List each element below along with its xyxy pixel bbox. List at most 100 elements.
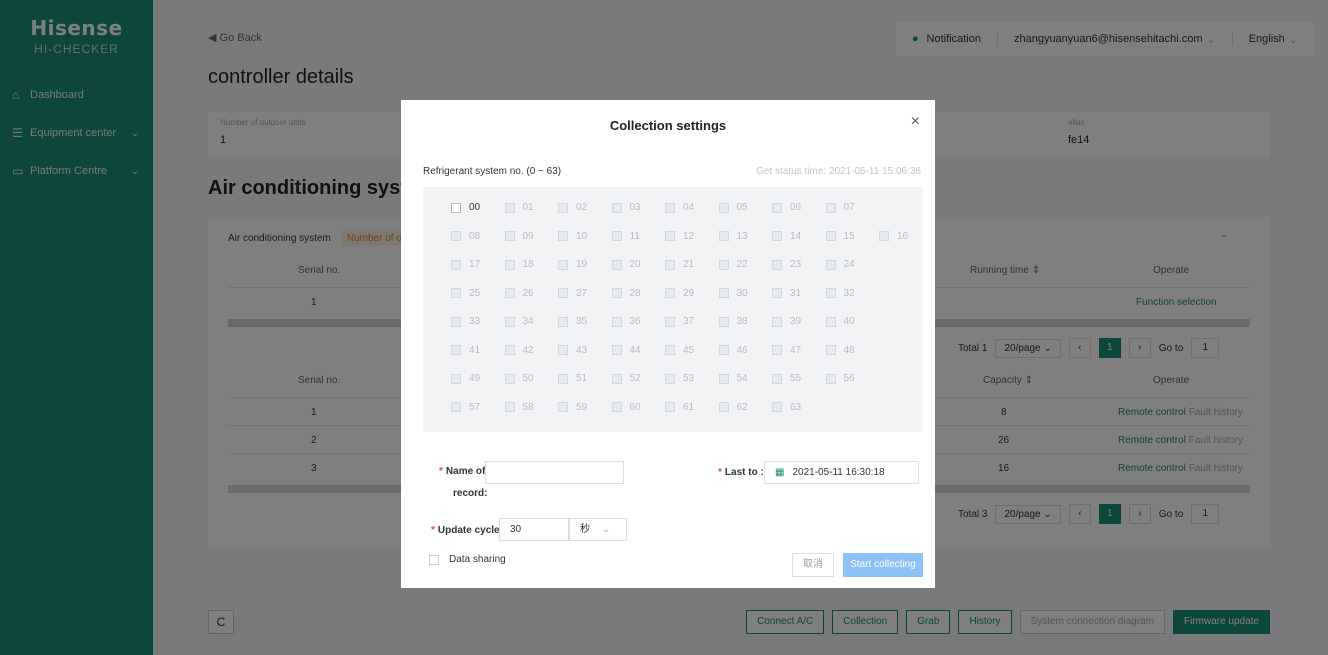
checkbox-label: 28 — [629, 287, 641, 299]
refrigerant-checkbox-14[interactable]: 14 — [772, 231, 801, 242]
refrigerant-checkbox-63[interactable]: 63 — [772, 402, 801, 413]
refrigerant-checkbox-56[interactable]: 56 — [825, 373, 855, 384]
refrigerant-checkbox-31[interactable]: 31 — [772, 288, 801, 299]
checkbox-box — [825, 345, 836, 355]
update-cycle-unit-select[interactable]: 秒 ⌄ — [569, 518, 627, 541]
refrigerant-checkbox-21[interactable]: 21 — [665, 259, 694, 270]
calendar-icon: ▦ — [775, 467, 785, 478]
close-icon[interactable]: × — [911, 113, 920, 131]
refrigerant-checkbox-19[interactable]: 19 — [558, 259, 587, 270]
refrigerant-checkbox-50[interactable]: 50 — [504, 373, 534, 384]
checkbox-box — [611, 373, 622, 384]
last-to-datetime-input[interactable]: ▦ 2021-05-11 16:30:18 — [764, 461, 919, 484]
refrigerant-checkbox-46[interactable]: 46 — [718, 345, 748, 356]
refrigerant-checkbox-07[interactable]: 07 — [825, 202, 855, 213]
refrigerant-checkbox-17[interactable]: 17 — [451, 259, 480, 270]
checkbox-label: 04 — [683, 202, 695, 213]
refrigerant-checkbox-43[interactable]: 43 — [558, 345, 587, 356]
refrigerant-checkbox-09[interactable]: 09 — [504, 231, 534, 242]
refrigerant-checkbox-02[interactable]: 02 — [558, 202, 587, 213]
refrigerant-checkbox-51[interactable]: 51 — [558, 373, 587, 384]
checkbox-label: 45 — [683, 344, 695, 356]
refrigerant-checkbox-57[interactable]: 57 — [451, 402, 480, 413]
refrigerant-checkbox-42[interactable]: 42 — [504, 345, 534, 356]
checkbox-label: 20 — [629, 259, 641, 270]
refrigerant-checkbox-28[interactable]: 28 — [611, 287, 641, 299]
refrigerant-checkbox-44[interactable]: 44 — [611, 345, 641, 356]
checkbox-box — [665, 316, 675, 327]
update-cycle-input[interactable]: 30 — [499, 518, 569, 541]
refrigerant-checkbox-40[interactable]: 40 — [825, 316, 855, 327]
checkbox-label: 40 — [843, 316, 855, 327]
refrigerant-checkbox-06[interactable]: 06 — [772, 202, 801, 213]
refrigerant-checkbox-12[interactable]: 12 — [665, 231, 694, 242]
refrigerant-checkbox-03[interactable]: 03 — [611, 202, 641, 213]
refrigerant-checkbox-25[interactable]: 25 — [451, 288, 480, 299]
refrigerant-checkbox-27[interactable]: 27 — [558, 288, 587, 299]
checkbox-label: 34 — [522, 316, 534, 327]
refrigerant-checkbox-15[interactable]: 15 — [825, 231, 855, 242]
refrigerant-checkbox-20[interactable]: 20 — [611, 259, 641, 270]
refrigerant-checkbox-58[interactable]: 58 — [504, 401, 534, 413]
refrigerant-checkbox-34[interactable]: 34 — [504, 316, 534, 327]
refrigerant-checkbox-01[interactable]: 01 — [504, 202, 534, 213]
refrigerant-checkbox-11[interactable]: 11 — [611, 231, 640, 242]
refrigerant-checkbox-62[interactable]: 62 — [718, 402, 748, 413]
refrigerant-checkbox-55[interactable]: 55 — [772, 373, 801, 384]
refrigerant-checkbox-16[interactable]: 16 — [879, 231, 908, 242]
dialog-title: Collection settings — [609, 118, 727, 133]
name-of-record-input[interactable] — [485, 461, 624, 484]
refrigerant-checkbox-13[interactable]: 13 — [718, 231, 748, 242]
checkbox-label: 55 — [790, 373, 802, 384]
refrigerant-checkbox-54[interactable]: 54 — [718, 373, 748, 384]
checkbox-label: 17 — [469, 259, 481, 270]
refrigerant-checkbox-00[interactable]: 00 — [451, 202, 480, 213]
refrigerant-checkbox-30[interactable]: 30 — [718, 288, 748, 299]
refrigerant-checkbox-47[interactable]: 47 — [772, 345, 801, 356]
refrigerant-checkbox-24[interactable]: 24 — [825, 259, 855, 270]
refrigerant-checkbox-59[interactable]: 59 — [558, 402, 587, 413]
refrigerant-checkbox-61[interactable]: 61 — [665, 402, 694, 413]
checkbox-box — [879, 231, 889, 241]
refrigerant-checkbox-23[interactable]: 23 — [772, 259, 801, 270]
checkbox-box — [611, 316, 622, 327]
cancel-button[interactable]: 取消 — [792, 553, 834, 577]
refrigerant-checkbox-26[interactable]: 26 — [504, 288, 534, 299]
refrigerant-checkbox-52[interactable]: 52 — [611, 373, 641, 384]
refrigerant-checkbox-48[interactable]: 48 — [825, 345, 855, 356]
checkbox-box — [718, 231, 729, 241]
checkbox-box — [451, 316, 461, 327]
checkbox-box — [665, 402, 675, 412]
refrigerant-checkbox-53[interactable]: 53 — [665, 373, 694, 384]
refrigerant-checkbox-37[interactable]: 37 — [665, 316, 694, 327]
refrigerant-checkbox-10[interactable]: 10 — [558, 231, 587, 242]
checkbox-box — [665, 202, 675, 213]
checkbox-box — [665, 345, 675, 355]
refrigerant-checkbox-36[interactable]: 36 — [611, 316, 641, 327]
checkbox-label: 50 — [522, 373, 534, 384]
refrigerant-checkbox-29[interactable]: 29 — [665, 288, 694, 299]
refrigerant-checkbox-05[interactable]: 05 — [718, 202, 748, 213]
refrigerant-checkbox-33[interactable]: 33 — [451, 316, 480, 327]
refrigerant-checkbox-32[interactable]: 32 — [825, 288, 855, 299]
refrigerant-checkbox-04[interactable]: 04 — [665, 202, 694, 213]
refrigerant-checkbox-38[interactable]: 38 — [718, 316, 748, 327]
checkbox-label: 00 — [469, 202, 481, 213]
refrigerant-checkbox-49[interactable]: 49 — [451, 373, 480, 384]
refrigerant-checkbox-18[interactable]: 18 — [504, 259, 534, 270]
checkbox-label: 58 — [522, 401, 534, 413]
data-sharing-checkbox[interactable]: Data sharing — [429, 554, 506, 565]
refrigerant-checkbox-45[interactable]: 45 — [665, 345, 694, 356]
refrigerant-checkbox-60[interactable]: 60 — [611, 402, 641, 413]
refrigerant-checkbox-41[interactable]: 41 — [451, 345, 480, 356]
checkbox-box — [825, 316, 836, 327]
refrigerant-checkbox-39[interactable]: 39 — [772, 316, 801, 327]
refrigerant-checkbox-08[interactable]: 08 — [451, 231, 480, 242]
checkbox-label: 03 — [629, 202, 641, 213]
refrigerant-checkbox-22[interactable]: 22 — [718, 259, 748, 270]
refrigerant-checkbox-35[interactable]: 35 — [558, 316, 587, 327]
start-collecting-button[interactable]: Start collecting — [843, 553, 923, 577]
checkbox-label: 63 — [790, 401, 802, 413]
checkbox-box — [665, 288, 675, 298]
checkbox-box — [429, 554, 439, 565]
